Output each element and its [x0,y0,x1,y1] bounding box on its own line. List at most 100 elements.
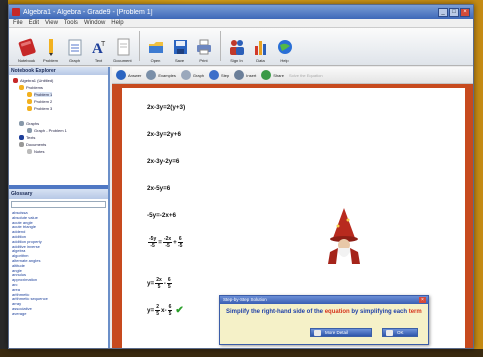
ok-icon [386,329,393,336]
graph-icon [27,128,32,133]
workspace: Answer Examples Graph Step Insert Share … [112,67,473,348]
pencil-icon [27,92,32,97]
tree-node-graph-1[interactable]: Graph - Problem 1 [11,127,106,134]
help-label: Help [280,58,289,63]
tree-node-label: Problems [26,85,43,90]
document-button[interactable]: Document [111,37,134,63]
data-button[interactable]: Data [249,37,272,63]
text-button[interactable]: AT Text [87,37,110,63]
close-icon[interactable]: × [419,297,426,303]
dialog-title-text: Step-by-Step Solution [223,297,267,302]
glossary-term[interactable]: average [12,311,105,317]
graph-icon [19,121,24,126]
document-frame: 2x-3y=2(y+3) 2x-3y=2y+6 2x-3y-2y=6 2x-5y… [112,84,473,348]
ok-button[interactable]: OK [382,328,418,337]
step-button[interactable]: Step [209,70,229,80]
print-button[interactable]: Print [192,37,215,63]
pencil-icon [27,106,32,111]
text-label: Text [94,58,103,63]
tree-node-problem-2[interactable]: Problem 2 [11,98,106,105]
insert-button[interactable]: Insert [234,70,256,80]
tree-node-notes[interactable]: Notes [11,148,106,155]
save-icon [171,37,189,57]
tree-node-label: Notes [34,149,45,154]
problem-toolbar: Answer Examples Graph Step Insert Share … [112,67,473,84]
help-button[interactable]: Help [273,37,296,63]
solution-document: 2x-3y=2(y+3) 2x-3y=2y+6 2x-3y-2y=6 2x-5y… [122,88,465,348]
wizard-mascot-icon [324,208,364,266]
users-icon [228,37,246,57]
answer-icon [116,70,126,80]
glossary-link-term[interactable]: term [409,309,422,315]
more-detail-button[interactable]: More Detail [310,328,372,337]
tree-node-problem-1[interactable]: Problem 1 [11,91,106,98]
open-label: Open [150,58,161,63]
glossary-title: Glossary [9,189,108,199]
notebook-button[interactable]: Notebook [15,37,38,63]
notebook-icon [13,78,18,83]
tree-node-label: Graph - Problem 1 [34,128,67,133]
graph-button[interactable]: Graph [63,37,86,63]
solution-step-4: 2x-5y=6 [147,185,171,192]
insert-icon [234,70,245,80]
dialog-buttons: More Detail OK [220,328,428,337]
step-lhs: y= [147,307,155,314]
close-window-button[interactable]: × [460,7,470,17]
menu-edit[interactable]: Edit [29,20,39,26]
examples-label: Examples [158,72,176,78]
glossary-list: abscissa absolute value acute angle acute t… [9,210,108,348]
app-icon [12,8,20,16]
tree-node-problems[interactable]: Problems [11,84,106,91]
background-bottom [0,349,483,357]
tree-node-label: Graphs [26,121,40,126]
open-button[interactable]: Open [144,37,167,63]
globe-help-icon [276,37,294,57]
more-detail-label: More Detail [325,330,349,335]
share-button[interactable]: Share [261,70,284,80]
notebook-label: Notebook [17,58,36,63]
graph-sub-label: Graph [192,72,205,78]
examples-button[interactable]: Examples [146,70,176,80]
menu-view[interactable]: View [45,20,58,26]
step-mid: x- [160,307,167,314]
dialog-title: Step-by-Step Solution × [220,296,428,304]
maximize-button[interactable]: □ [449,7,459,17]
save-button[interactable]: Save [168,37,191,63]
tree-node-label: Problem 3 [34,106,53,111]
dialog-message: Simplify the right-hand side of the equa… [220,304,428,328]
main-toolbar: Notebook Problem Graph AT Text Document … [9,28,473,66]
menu-bar: File Edit View Tools Window Help [9,19,473,28]
tree-node-problem-3[interactable]: Problem 3 [11,105,106,112]
menu-help[interactable]: Help [111,20,123,26]
glossary-link-equation[interactable]: equation [325,309,350,315]
save-label: Save [174,58,185,63]
minimize-button[interactable]: _ [438,7,448,17]
answer-button[interactable]: Answer [116,70,141,80]
solution-step-2: 2x-3y=2y+6 [147,131,181,138]
glossary-search-input[interactable] [11,201,106,208]
plus-sign: + [173,239,177,246]
graph-sub-button[interactable]: Graph [180,70,205,80]
tree-node-documents[interactable]: Documents [11,141,106,148]
tree-node-label: Texts [26,135,36,140]
dialog-message-part: Simplify the right-hand side of the [226,309,324,315]
bar-chart-icon [252,37,270,57]
title-bar: Algebra1 - Algebra - Grade9 - [Problem 1… [9,5,473,19]
menu-file[interactable]: File [13,20,23,26]
tree-node-label: Problem 1 [34,92,53,97]
tree-node-label: Problem 2 [34,99,53,104]
sign-in-button[interactable]: Sign In [225,37,248,63]
tree-node-texts[interactable]: Texts [11,134,106,141]
dialog-message-part: by simplifying each [351,309,408,315]
print-label: Print [199,58,208,63]
tree-node-label: Algebra1 (Untitled) [20,78,54,83]
menu-window[interactable]: Window [84,20,105,26]
problem-button[interactable]: Problem [39,37,62,63]
fraction: -5y -5 [148,236,158,249]
solve-equation-button[interactable]: Solve the Equation [289,73,323,78]
tree-node-graphs[interactable]: Graphs [11,120,106,127]
graph-label: Graph [68,58,81,63]
pencil-icon [27,99,32,104]
menu-tools[interactable]: Tools [64,20,78,26]
tree-node-root[interactable]: Algebra1 (Untitled) [11,77,106,84]
